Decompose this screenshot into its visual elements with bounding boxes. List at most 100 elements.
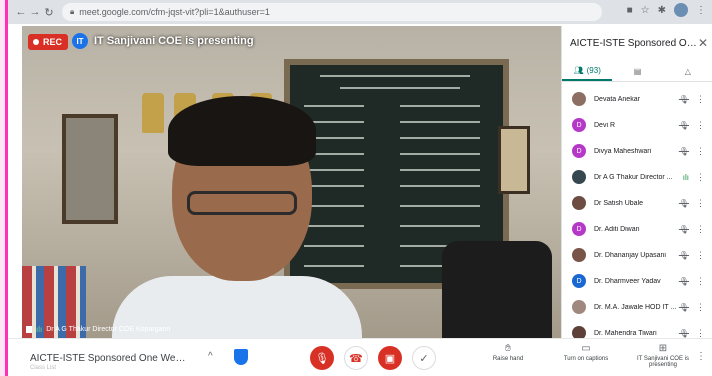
people-icon: 👥︎ — [573, 66, 584, 75]
camera-off-button[interactable]: ▣ — [378, 346, 402, 370]
participants-count: (93) — [586, 66, 601, 75]
participant-row[interactable]: Devata Anekar 🎙︎ ⋮ — [562, 86, 712, 112]
participant-row[interactable]: D Divya Maheshwari 🎙︎ ⋮ — [562, 138, 712, 164]
wall-photo — [62, 114, 118, 224]
mic-status-icon: ılı — [682, 172, 689, 182]
participant-name: Dr. Dhananjay Upasani — [594, 251, 666, 259]
participant-row[interactable]: Dr A G Thakur Director ... ılı ⋮ — [562, 164, 712, 190]
more-options-icon[interactable]: ⋮ — [696, 351, 706, 362]
chevron-up-icon[interactable]: ^ — [208, 351, 213, 362]
recording-badge: REC — [28, 34, 69, 50]
tab-participants[interactable]: 👥︎ (93) — [562, 62, 613, 81]
speaker-hair — [168, 96, 316, 166]
participant-more-icon[interactable]: ⋮ — [696, 250, 705, 261]
participant-more-icon[interactable]: ⋮ — [696, 172, 705, 183]
chat-icon: ▤ — [633, 67, 642, 76]
audio-level-icon: ılı — [36, 325, 43, 334]
camera-icon[interactable]: ■ — [627, 5, 633, 16]
browser-window: ← → ↻ 🔒︎ meet.google.com/cfm-jqst-vit?pl… — [5, 0, 712, 376]
panel-title: AICTE-ISTE Sponsored One Week... — [570, 38, 698, 49]
captions-button[interactable]: ▭ Turn on captions — [556, 343, 616, 362]
presenter-avatar: IT — [72, 33, 88, 49]
participant-name: Dr. Dharmveer Yadav — [594, 277, 661, 285]
meeting-title[interactable]: AICTE-ISTE Sponsored One Week Inducti... — [30, 353, 190, 364]
tab-activities[interactable]: △ — [663, 62, 712, 81]
tab-chat[interactable]: ▤ — [612, 62, 662, 81]
presenting-label: IT Sanjivani COE is presenting — [637, 356, 689, 368]
presenting-button[interactable]: ⊞ IT Sanjivani COE is presenting — [632, 343, 694, 368]
mic-status-icon: 🎙︎ — [678, 250, 689, 260]
forward-icon[interactable]: → — [28, 6, 42, 18]
mic-status-icon: 🎙︎ — [678, 328, 689, 338]
speaker-name: Dr A G Thakur Director COE Kopargaon — [46, 326, 171, 333]
participant-row[interactable]: Dr. Dhananjay Upasani 🎙︎ ⋮ — [562, 242, 712, 268]
browser-menu-icon[interactable]: ⋮ — [696, 5, 706, 16]
mic-off-button[interactable]: 🎙︎ — [310, 346, 334, 370]
mic-status-icon: 🎙︎ — [678, 198, 689, 208]
participant-row[interactable]: D Dr. Aditi Diwan 🎙︎ ⋮ — [562, 216, 712, 242]
chair — [442, 241, 552, 338]
speaker-glasses — [187, 191, 297, 215]
hand-icon: ✋︎ — [505, 343, 511, 354]
participant-row[interactable]: D Devi R 🎙︎ ⋮ — [562, 112, 712, 138]
browser-actions: ■ ☆ ✱ ⋮ — [627, 3, 706, 17]
bookmark-star-icon[interactable]: ☆ — [641, 5, 650, 16]
participant-name: Dr. M.A. Jawale HOD IT ... — [594, 303, 677, 311]
participant-avatar — [572, 300, 586, 314]
mic-status-icon: 🎙︎ — [678, 120, 689, 130]
shield-icon[interactable] — [234, 349, 248, 365]
participant-name: Dr. Aditi Diwan — [594, 225, 640, 233]
captions-label: Turn on captions — [563, 356, 609, 362]
participant-row[interactable]: Dr Satish Ubale 🎙︎ ⋮ — [562, 190, 712, 216]
participant-avatar — [572, 248, 586, 262]
participant-avatar: D — [572, 144, 586, 158]
participant-name: Dr Satish Ubale — [594, 199, 644, 207]
presenter-video: REC IT IT Sanjivani COE is presenting ıl… — [22, 26, 561, 338]
presenting-text: IT Sanjivani COE is presenting — [94, 35, 254, 47]
participant-name: Divya Maheshwari — [594, 147, 652, 155]
activities-icon: △ — [684, 67, 691, 76]
address-bar[interactable]: 🔒︎ meet.google.com/cfm-jqst-vit?pli=1&au… — [62, 3, 602, 21]
profile-avatar[interactable] — [674, 3, 688, 17]
participant-avatar — [572, 92, 586, 106]
hang-up-icon: ☎︎ — [349, 352, 363, 365]
participant-avatar: D — [572, 222, 586, 236]
participant-more-icon[interactable]: ⋮ — [696, 302, 705, 313]
participant-more-icon[interactable]: ⋮ — [696, 276, 705, 287]
participant-name: Devata Anekar — [594, 95, 640, 103]
browser-toolbar: ← → ↻ 🔒︎ meet.google.com/cfm-jqst-vit?pl… — [8, 0, 712, 24]
mic-status-icon: 🎙︎ — [678, 224, 689, 234]
participant-avatar: D — [572, 274, 586, 288]
participant-list: Devata Anekar 🎙︎ ⋮ D Devi R 🎙︎ ⋮ D Divya Maheshw… — [562, 86, 712, 346]
participant-more-icon[interactable]: ⋮ — [696, 94, 705, 105]
back-icon[interactable]: ← — [14, 6, 28, 18]
participant-name: Dr. Mahendra Tiwari — [594, 329, 657, 337]
leave-call-button[interactable]: ☎︎ — [344, 346, 368, 370]
participant-more-icon[interactable]: ⋮ — [696, 224, 705, 235]
mic-status-icon: 🎙︎ — [678, 146, 689, 156]
record-dot-icon — [33, 39, 39, 45]
participant-more-icon[interactable]: ⋮ — [696, 120, 705, 131]
meeting-subtitle: Class List — [30, 365, 57, 371]
participant-more-icon[interactable]: ⋮ — [696, 146, 705, 157]
participant-avatar — [572, 170, 586, 184]
check-icon: ✓ — [419, 352, 429, 365]
present-screen-icon: ⊞ — [658, 343, 668, 354]
present-button[interactable]: ✓ — [412, 346, 436, 370]
meeting-controls-bar: AICTE-ISTE Sponsored One Week Inducti...… — [8, 338, 712, 376]
participant-avatar: D — [572, 118, 586, 132]
participants-panel: AICTE-ISTE Sponsored One Week... ✕ 👥︎ (9… — [561, 26, 712, 340]
participant-more-icon[interactable]: ⋮ — [696, 198, 705, 209]
recording-label: REC — [43, 37, 63, 47]
participant-more-icon[interactable]: ⋮ — [696, 328, 705, 339]
participant-name: Dr A G Thakur Director ... — [594, 173, 673, 181]
extensions-icon[interactable]: ✱ — [658, 5, 666, 16]
pin-icon[interactable] — [26, 326, 32, 333]
reload-icon[interactable]: ↻ — [42, 6, 56, 19]
participant-row[interactable]: D Dr. Dharmveer Yadav 🎙︎ ⋮ — [562, 268, 712, 294]
speaker-name-tag: ılı Dr A G Thakur Director COE Kopargaon — [26, 325, 170, 334]
close-icon[interactable]: ✕ — [698, 36, 708, 50]
raise-hand-button[interactable]: ✋︎ Raise hand — [478, 343, 538, 362]
participant-row[interactable]: Dr. M.A. Jawale HOD IT ... 🎙︎ ⋮ — [562, 294, 712, 320]
panel-tabs: 👥︎ (93) ▤ △ — [562, 62, 712, 82]
